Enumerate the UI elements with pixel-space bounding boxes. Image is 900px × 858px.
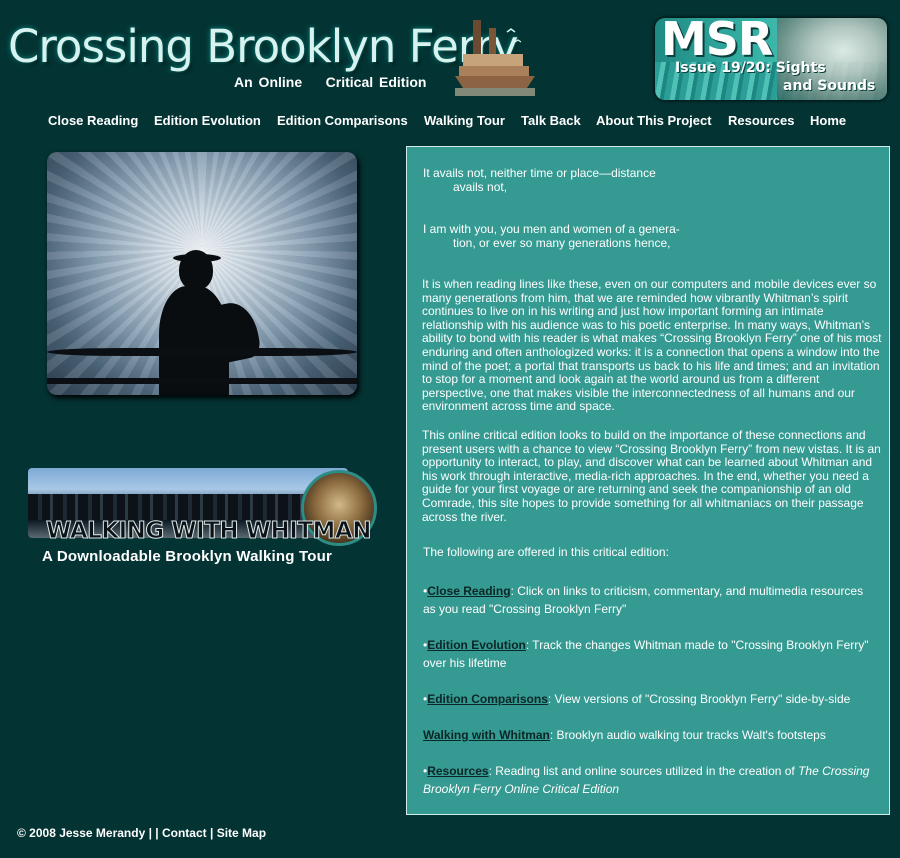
- msr-issue-text-2: and Sounds: [783, 78, 876, 94]
- feature-link-close-reading[interactable]: Close Reading: [427, 584, 510, 598]
- intro-paragraph-2: This online critical edition looks to bu…: [422, 428, 881, 524]
- msr-issue-badge[interactable]: MSR Issue 19/20: Sights and Sounds: [655, 18, 887, 100]
- tour-banner-title: WALKING WITH WHITMAN: [46, 518, 372, 545]
- footer-contact-link[interactable]: Contact: [162, 826, 207, 840]
- feature-link-edition-evolution[interactable]: Edition Evolution: [427, 638, 526, 652]
- nav-edition-evolution[interactable]: Edition Evolution: [154, 113, 261, 128]
- main-nav: Close Reading Edition Evolution Edition …: [0, 113, 900, 133]
- tour-banner-subtitle: A Downloadable Brooklyn Walking Tour: [42, 548, 332, 565]
- feature-item: •Edition Evolution: Track the changes Wh…: [423, 636, 878, 672]
- feature-description: : View versions of "Crossing Brooklyn Fe…: [547, 692, 851, 706]
- poem-1-line-2: avails not,: [453, 179, 508, 194]
- features-intro: The following are offered in this critic…: [423, 545, 669, 559]
- intro-content-panel: It avails not, neither time or place—dis…: [406, 146, 890, 815]
- feature-item: •Resources: Reading list and online sour…: [423, 762, 878, 798]
- site-footer: © 2008 Jesse Merandy | | Contact | Site …: [17, 826, 266, 840]
- nav-home[interactable]: Home: [810, 113, 846, 128]
- poem-quote-2: I am with you, you men and women of a ge…: [423, 222, 878, 250]
- feature-description: : Reading list and online sources utiliz…: [488, 764, 799, 778]
- nav-about-project[interactable]: About This Project: [596, 113, 712, 128]
- nav-walking-tour[interactable]: Walking Tour: [424, 113, 505, 128]
- feature-item: •Close Reading: Click on links to critic…: [423, 582, 878, 618]
- poem-quote-1: It avails not, neither time or place—dis…: [423, 166, 878, 194]
- feature-link-edition-comparisons[interactable]: Edition Comparisons: [427, 692, 548, 706]
- feature-description: : Brooklyn audio walking tour tracks Wal…: [549, 728, 826, 742]
- footer-separator: |: [210, 826, 214, 840]
- feature-item: Walking with Whitman: Brooklyn audio wal…: [423, 726, 878, 744]
- nav-close-reading[interactable]: Close Reading: [48, 113, 138, 128]
- poem-2-line-1: I am with you, you men and women of a ge…: [423, 222, 680, 236]
- nav-edition-comparisons[interactable]: Edition Comparisons: [277, 113, 408, 128]
- msr-logo-text: MSR: [661, 18, 773, 66]
- walking-tour-banner[interactable]: WALKING WITH WHITMAN A Downloadable Broo…: [28, 466, 377, 566]
- poem-2-line-2: tion, or ever so many generations hence,: [453, 235, 671, 250]
- msr-issue-text: Issue 19/20: Sights: [675, 60, 826, 76]
- hero-silhouette-image: [47, 152, 357, 395]
- nav-resources[interactable]: Resources: [728, 113, 794, 128]
- feature-link-resources[interactable]: Resources: [427, 764, 488, 778]
- intro-paragraph-1: It is when reading lines like these, eve…: [422, 277, 882, 414]
- footer-sitemap-link[interactable]: Site Map: [217, 826, 266, 840]
- poem-1-line-1: It avails not, neither time or place—dis…: [423, 166, 656, 180]
- site-header: Crossing Brooklyn Ferry An Online Critic…: [0, 0, 900, 105]
- silhouette-hat: [173, 254, 221, 262]
- nav-talk-back[interactable]: Talk Back: [521, 113, 581, 128]
- copyright-text: © 2008 Jesse Merandy | |: [17, 826, 159, 840]
- ferry-railing-bottom: [47, 378, 357, 384]
- site-title[interactable]: Crossing Brooklyn Ferry: [8, 20, 519, 73]
- ferry-railing-top: [47, 348, 357, 356]
- ferry-illustration: [455, 20, 535, 96]
- brooklyn-skyline: [28, 494, 348, 520]
- site-subtitle: An Online Critical Edition: [234, 74, 427, 90]
- feature-item: •Edition Comparisons: View versions of "…: [423, 690, 878, 708]
- feature-link-walking-with-whitman[interactable]: Walking with Whitman: [423, 728, 550, 742]
